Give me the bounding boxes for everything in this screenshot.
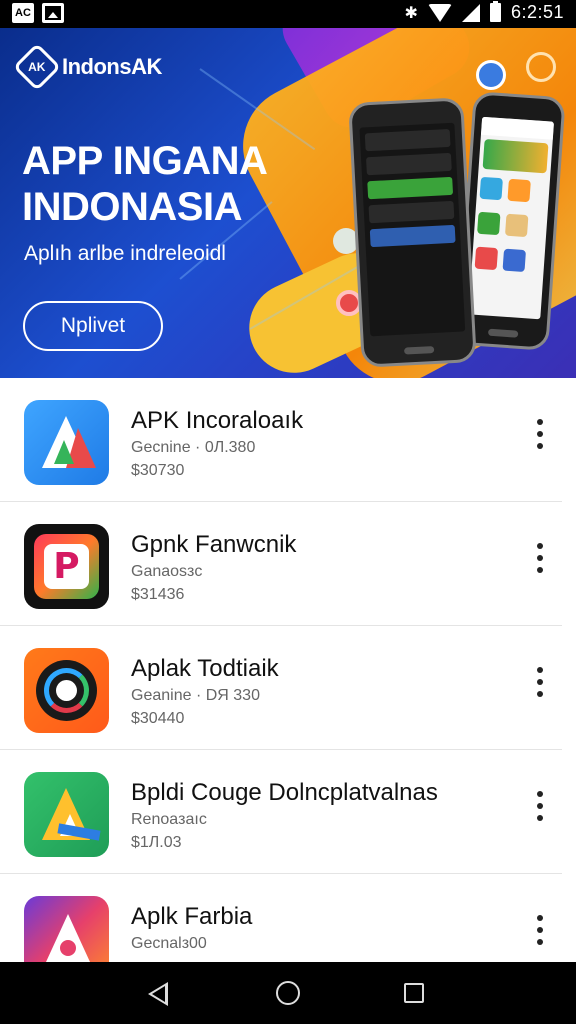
app-price: $30730 [131,462,185,479]
app-price: $1Л.03 [131,834,182,851]
brand-name: IndonsAK [62,54,162,79]
more-options-icon[interactable] [528,912,552,948]
brand-logo-text: AK [28,60,46,74]
gradient-a-icon[interactable] [24,896,109,962]
system-nav-bar [0,962,576,1024]
floating-app-icon [526,52,556,82]
list-item[interactable]: P Gpnk Fanwcnik Ganaosзc $31436 [0,502,562,626]
brand: AK IndonsAK [12,42,162,92]
app-price: $31436 [131,586,185,603]
app-meta: Renoaзaıc [131,811,207,828]
more-options-icon[interactable] [528,540,552,576]
app-name: APK Incoraloaık [131,407,304,434]
app-name: Bpldi Couge Dolncplatvalnas [131,779,438,806]
more-options-icon[interactable] [528,664,552,700]
green-a-triangle-icon[interactable] [24,772,109,857]
wifi-icon [427,3,452,22]
headline-line-2: INDONASIA [22,185,242,229]
banner-headline: APP INGANA INDONASIA [22,138,268,230]
battery-icon [489,1,501,22]
list-item[interactable]: Bpldi Couge Dolncplatvalnas Renoaзaıc $1… [0,750,562,874]
home-icon[interactable] [276,981,300,1005]
app-meta: Gecnalз00 [131,935,207,952]
ring-logo-icon[interactable] [24,648,109,733]
floating-app-icon [476,60,506,90]
more-options-icon[interactable] [528,416,552,452]
app-meta: Geanine · DЯ 330 [131,687,260,704]
app-name: Gpnk Fanwcnik [131,531,297,558]
banner-cta-button[interactable]: Nplivet [23,301,163,351]
blue-a-triangle-icon[interactable] [24,400,109,485]
list-item[interactable]: Aplk Farbia Gecnalз00 [0,874,562,962]
app-price: $30440 [131,710,185,727]
app-meta: Gecnine · 0Л.380 [131,439,256,456]
notification-app-icon: AC [12,3,34,23]
image-notification-icon [42,3,64,23]
recents-icon[interactable] [404,983,424,1003]
status-bar: AC ✱ 6:2:51 [0,0,576,28]
promo-banner[interactable]: AK IndonsAK APP INGANA INDONASIA Aplıh a… [0,28,576,378]
phone-screen [468,116,555,320]
p-logo-icon[interactable]: P [24,524,109,609]
app-name: Aplk Farbia [131,903,253,930]
app-meta: Ganaosзc [131,563,203,580]
banner-subline: Aplıh arlbe indreleoidl [24,242,226,265]
more-options-icon[interactable] [528,788,552,824]
phone-mockup-front [348,97,477,368]
signal-icon [461,3,480,22]
phone-screen [359,122,466,337]
status-left-icons: AC [12,3,64,23]
headline-line-1: APP INGANA [22,139,268,183]
status-right-icons: ✱ 6:2:51 [404,1,564,23]
list-item[interactable]: APK Incoraloaık Gecnine · 0Л.380 $30730 [0,378,562,502]
back-icon[interactable] [148,982,168,1006]
brand-logo-icon: AK [12,42,62,92]
list-item[interactable]: Aplak Todtiaik Geanine · DЯ 330 $30440 [0,626,562,750]
bluetooth-icon: ✱ [404,4,418,22]
app-list: APK Incoraloaık Gecnine · 0Л.380 $30730 … [0,378,576,962]
app-name: Aplak Todtiaik [131,655,279,682]
clock: 6:2:51 [510,2,564,22]
